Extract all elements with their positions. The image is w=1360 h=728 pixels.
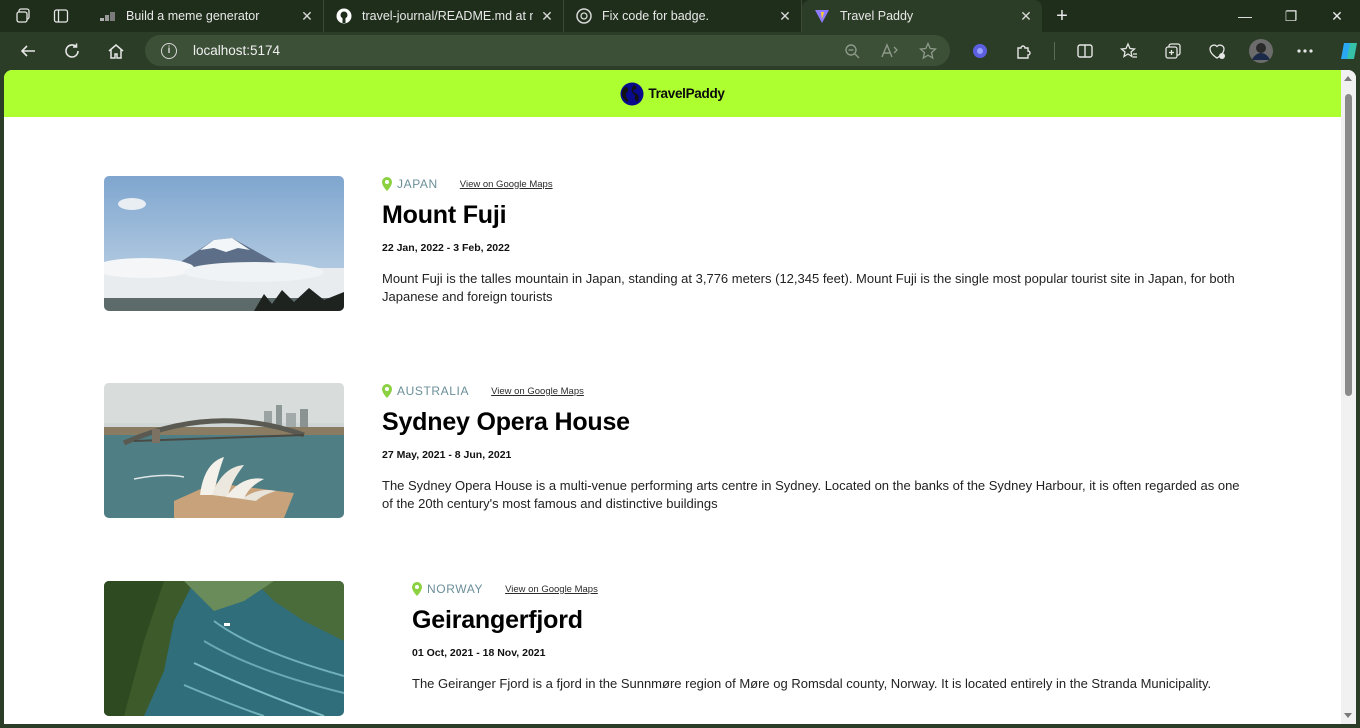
- scroll-up-arrow[interactable]: [1344, 76, 1352, 81]
- tab-strip: Build a meme generator ✕ travel-journal/…: [0, 0, 1360, 32]
- copilot-icon[interactable]: [1335, 37, 1360, 65]
- new-tab-button[interactable]: +: [1046, 0, 1078, 32]
- home-icon[interactable]: [100, 35, 132, 67]
- location-pin-icon: [412, 582, 422, 596]
- location-pin-icon: [382, 177, 392, 191]
- tab-actions-icon[interactable]: [51, 5, 70, 27]
- back-icon[interactable]: [12, 35, 44, 67]
- google-maps-link[interactable]: View on Google Maps: [460, 179, 553, 190]
- browser-toolbar: i localhost:5174: [0, 32, 1360, 70]
- close-tab-icon[interactable]: ✕: [1018, 8, 1034, 24]
- favorite-star-icon[interactable]: [918, 41, 938, 61]
- entry-dates: 22 Jan, 2022 - 3 Feb, 2022: [382, 242, 510, 254]
- restore-icon[interactable]: ❐: [1268, 0, 1314, 32]
- entry-photo-geirangerfjord: [104, 581, 344, 716]
- entry-meta: AUSTRALIA View on Google Maps: [382, 383, 1242, 399]
- scrollbar-thumb[interactable]: [1345, 94, 1352, 396]
- entry-dates: 27 May, 2021 - 8 Jun, 2021: [382, 449, 512, 461]
- close-window-icon[interactable]: ✕: [1314, 0, 1360, 32]
- tab-readme[interactable]: travel-journal/README.md at ma ✕: [324, 0, 564, 32]
- zoom-icon[interactable]: [842, 41, 862, 61]
- entry-content: AUSTRALIA View on Google Maps Sydney Ope…: [382, 383, 1242, 513]
- globe-icon: [620, 82, 644, 105]
- favorites-icon[interactable]: [1115, 37, 1143, 65]
- close-tab-icon[interactable]: ✕: [777, 8, 793, 24]
- address-text: localhost:5174: [193, 43, 281, 58]
- entry-photo-mount-fuji: [104, 176, 344, 311]
- split-screen-icon[interactable]: [1071, 37, 1099, 65]
- entry-title: Geirangerfjord: [412, 606, 583, 634]
- extension-flower-icon[interactable]: [966, 37, 994, 65]
- read-aloud-icon[interactable]: [880, 41, 900, 61]
- scroll-down-arrow[interactable]: [1344, 713, 1352, 718]
- minimize-icon[interactable]: —: [1222, 0, 1268, 32]
- window-controls: — ❐ ✕: [1222, 0, 1360, 32]
- entry-title: Mount Fuji: [382, 201, 507, 229]
- vite-icon: [814, 8, 830, 24]
- entry-meta: NORWAY View on Google Maps: [412, 581, 1272, 597]
- collections-icon[interactable]: [1159, 37, 1187, 65]
- address-bar[interactable]: i localhost:5174: [145, 35, 950, 66]
- entry-content: JAPAN View on Google Maps Mount Fuji 22 …: [382, 176, 1242, 306]
- refresh-icon[interactable]: [56, 35, 88, 67]
- tab-title: Travel Paddy: [840, 9, 914, 23]
- entry-country: NORWAY: [427, 582, 484, 596]
- brand-logo[interactable]: TravelPaddy: [620, 82, 725, 106]
- page-scrollbar[interactable]: [1341, 70, 1356, 724]
- browser-essentials-icon[interactable]: [1203, 37, 1231, 65]
- profile-avatar[interactable]: [1247, 37, 1275, 65]
- scrimba-icon: [100, 8, 116, 24]
- close-tab-icon[interactable]: ✕: [299, 8, 315, 24]
- entry-country: AUSTRALIA: [397, 384, 470, 398]
- entry-description: Mount Fuji is the talles mountain in Jap…: [382, 271, 1235, 304]
- tab-travel-paddy[interactable]: Travel Paddy ✕: [802, 0, 1042, 32]
- entry-meta: JAPAN View on Google Maps: [382, 176, 1242, 192]
- location-pin-icon: [382, 384, 392, 398]
- workspaces-icon[interactable]: [14, 5, 33, 27]
- google-maps-link[interactable]: View on Google Maps: [491, 386, 584, 397]
- close-tab-icon[interactable]: ✕: [539, 8, 555, 24]
- site-info-icon[interactable]: i: [161, 42, 177, 59]
- google-maps-link[interactable]: View on Google Maps: [505, 584, 598, 595]
- more-menu-icon[interactable]: [1291, 37, 1319, 65]
- chatgpt-icon: [576, 8, 592, 24]
- entry-description: The Sydney Opera House is a multi-venue …: [382, 478, 1240, 511]
- page-viewport: TravelPaddy JAPAN View on Google Maps Mo…: [4, 70, 1356, 724]
- entry-description: The Geiranger Fjord is a fjord in the Su…: [412, 676, 1212, 691]
- extensions-puzzle-icon[interactable]: [1010, 37, 1038, 65]
- tab-title: Fix code for badge.: [602, 9, 710, 23]
- github-icon: [336, 8, 352, 24]
- entry-content: NORWAY View on Google Maps Geirangerfjor…: [412, 581, 1272, 693]
- entry-title: Sydney Opera House: [382, 408, 630, 436]
- entry-country: JAPAN: [397, 177, 438, 191]
- tab-title: travel-journal/README.md at ma: [362, 9, 533, 23]
- site-header: TravelPaddy: [4, 70, 1341, 117]
- entry-photo-sydney-opera-house: [104, 383, 344, 518]
- tab-fix-badge[interactable]: Fix code for badge. ✕: [564, 0, 802, 32]
- tab-meme-generator[interactable]: Build a meme generator ✕: [88, 0, 324, 32]
- entry-dates: 01 Oct, 2021 - 18 Nov, 2021: [412, 647, 546, 659]
- brand-title: TravelPaddy: [648, 86, 725, 101]
- tab-title: Build a meme generator: [126, 9, 260, 23]
